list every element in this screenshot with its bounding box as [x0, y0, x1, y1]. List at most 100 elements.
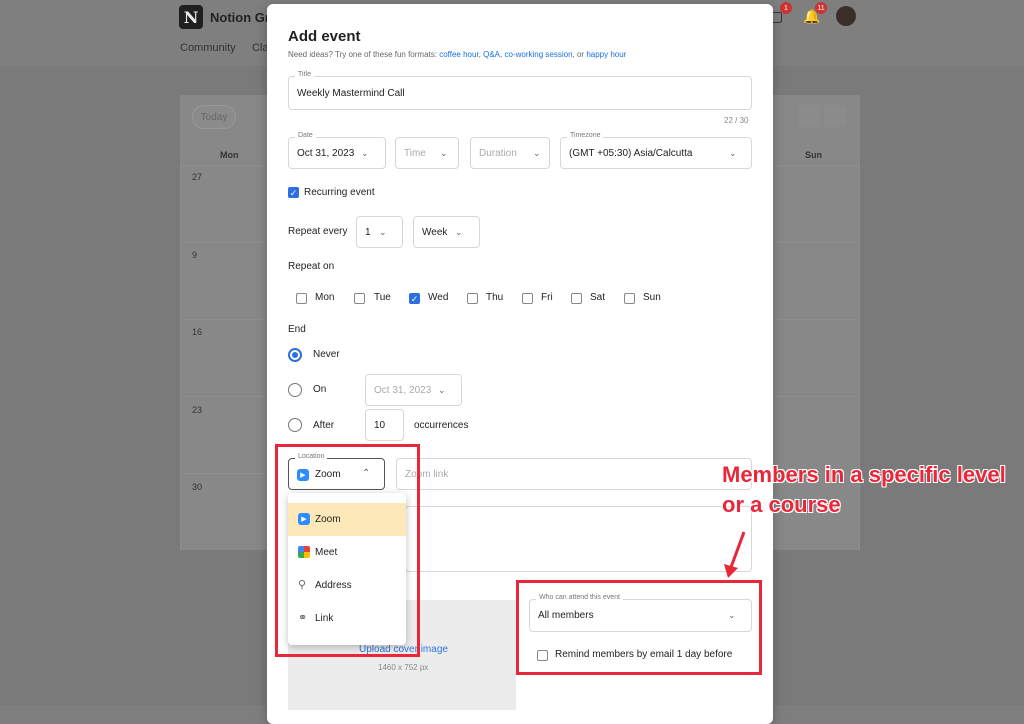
chevron-down-icon: ⌄	[379, 227, 387, 237]
day-label-tue: Tue	[374, 292, 391, 303]
option-label: Address	[315, 580, 352, 591]
end-never-label: Never	[313, 349, 340, 360]
occurrences-label: occurrences	[414, 420, 469, 431]
option-label: Meet	[315, 547, 338, 558]
recurring-label: Recurring event	[304, 187, 375, 198]
attend-label: Who can attend this event	[536, 594, 623, 601]
end-after-label: After	[313, 420, 335, 431]
day-label-mon: Mon	[315, 292, 335, 303]
date-cell: 16	[192, 327, 203, 337]
day-checkbox-wed[interactable]: ✓	[409, 293, 420, 304]
dropdown-option-address[interactable]: ⚲ Address	[288, 569, 406, 602]
recurring-checkbox[interactable]: ✓	[288, 187, 299, 198]
end-never-radio[interactable]	[288, 348, 302, 362]
pin-icon: ⚲	[298, 579, 307, 591]
day-checkbox-thu[interactable]	[467, 293, 478, 304]
location-value: Zoom	[315, 469, 341, 480]
zoom-link-input[interactable]: Zoom link	[396, 458, 752, 490]
modal-title: Add event	[288, 28, 361, 45]
chevron-down-icon: ⌄	[533, 148, 541, 158]
duration-placeholder: Duration	[479, 148, 517, 159]
location-select[interactable]: Location ▶ Zoom ⌃	[288, 453, 385, 490]
day-label-sun: Sun	[643, 292, 661, 303]
link-qa[interactable]: Q&A	[483, 50, 500, 59]
date-cell: 23	[192, 405, 203, 415]
today-button[interactable]: Today	[192, 105, 236, 129]
zoom-icon: ▶	[298, 513, 310, 525]
chevron-down-icon: ⌄	[438, 385, 446, 395]
timezone-value: (GMT +05:30) Asia/Calcutta	[569, 148, 693, 159]
day-header-mon: Mon	[220, 150, 239, 160]
end-on-date-value: Oct 31, 2023	[374, 385, 432, 396]
description-field[interactable]	[405, 506, 752, 572]
date-field[interactable]: Date Oct 31, 2023 ⌄	[288, 132, 386, 169]
day-label-thu: Thu	[486, 292, 504, 303]
link-coworking[interactable]: co-working session	[504, 50, 572, 59]
occurrences-value: 10	[374, 420, 386, 431]
annotation-arrow-icon	[724, 531, 746, 578]
timezone-label: Timezone	[567, 132, 604, 139]
remind-checkbox[interactable]	[537, 650, 548, 661]
day-checkbox-tue[interactable]	[354, 293, 365, 304]
repeat-unit-select[interactable]: Week ⌄	[413, 216, 480, 248]
link-coffee-hour[interactable]: coffee hour	[439, 50, 478, 59]
nav-community[interactable]: Community	[180, 42, 236, 54]
ideas-or: , or	[572, 50, 585, 59]
remind-label: Remind members by email 1 day before	[555, 649, 733, 660]
attend-value: All members	[538, 610, 594, 621]
dropdown-option-meet[interactable]: Meet	[288, 536, 406, 569]
day-checkbox-fri[interactable]	[522, 293, 533, 304]
annotation-text: Members in a specific level or a course	[722, 462, 1006, 517]
zoom-icon: ▶	[297, 469, 309, 481]
date-label: Date	[295, 132, 316, 139]
title-field[interactable]: Title Weekly Mastermind Call	[288, 71, 752, 110]
date-cell: 9	[192, 250, 198, 260]
dropdown-option-zoom[interactable]: ▶ Zoom	[288, 503, 406, 536]
calendar-view-icon[interactable]	[824, 105, 846, 127]
option-label: Link	[315, 613, 334, 624]
link-happy-hour[interactable]: happy hour	[586, 50, 626, 59]
day-checkbox-sun[interactable]	[624, 293, 635, 304]
title-counter: 22 / 30	[724, 116, 749, 125]
end-on-radio[interactable]	[288, 383, 302, 397]
location-dropdown: ▶ Zoom Meet ⚲ Address ⚭ Link	[288, 493, 406, 645]
chevron-down-icon: ⌄	[440, 148, 448, 158]
end-label: End	[288, 324, 306, 335]
chevron-down-icon: ⌄	[729, 148, 737, 158]
cover-dimensions: 1460 x 752 px	[378, 663, 429, 672]
end-on-date-field[interactable]: Oct 31, 2023 ⌄	[365, 374, 462, 406]
day-header-sun: Sun	[805, 150, 822, 160]
repeat-every-label: Repeat every	[288, 226, 348, 237]
option-label: Zoom	[315, 514, 341, 525]
day-label-wed: Wed	[428, 292, 449, 303]
chevron-down-icon: ⌄	[455, 227, 463, 237]
time-placeholder: Time	[404, 148, 426, 159]
day-checkbox-sat[interactable]	[571, 293, 582, 304]
upload-cover-link[interactable]: Upload cover image	[359, 644, 448, 655]
end-on-label: On	[313, 384, 327, 395]
duration-field[interactable]: Duration ⌄	[470, 137, 550, 169]
ideas-text: Need ideas? Try one of these fun formats…	[288, 50, 627, 59]
day-label-sat: Sat	[590, 292, 606, 303]
date-value: Oct 31, 2023	[297, 148, 355, 159]
day-label-fri: Fri	[541, 292, 553, 303]
notion-logo-icon: N	[179, 5, 203, 29]
zoom-link-placeholder: Zoom link	[405, 469, 449, 480]
day-checkbox-mon[interactable]	[296, 293, 307, 304]
occurrences-input[interactable]: 10	[365, 409, 404, 441]
timezone-field[interactable]: Timezone (GMT +05:30) Asia/Calcutta ⌄	[560, 132, 752, 169]
title-value: Weekly Mastermind Call	[297, 88, 405, 99]
list-view-icon[interactable]	[798, 105, 820, 127]
avatar[interactable]	[836, 6, 856, 26]
chat-badge: 1	[780, 2, 792, 14]
chevron-down-icon: ⌄	[361, 148, 369, 158]
end-after-radio[interactable]	[288, 418, 302, 432]
ideas-prefix: Need ideas? Try one of these fun formats…	[288, 50, 437, 59]
attend-select[interactable]: Who can attend this event All members ⌄	[529, 594, 752, 632]
repeat-count-select[interactable]: 1 ⌄	[356, 216, 403, 248]
location-label: Location	[295, 453, 328, 460]
date-cell: 30	[192, 482, 203, 492]
title-label: Title	[295, 71, 314, 78]
time-field[interactable]: Time ⌄	[395, 137, 459, 169]
dropdown-option-link[interactable]: ⚭ Link	[288, 602, 406, 635]
